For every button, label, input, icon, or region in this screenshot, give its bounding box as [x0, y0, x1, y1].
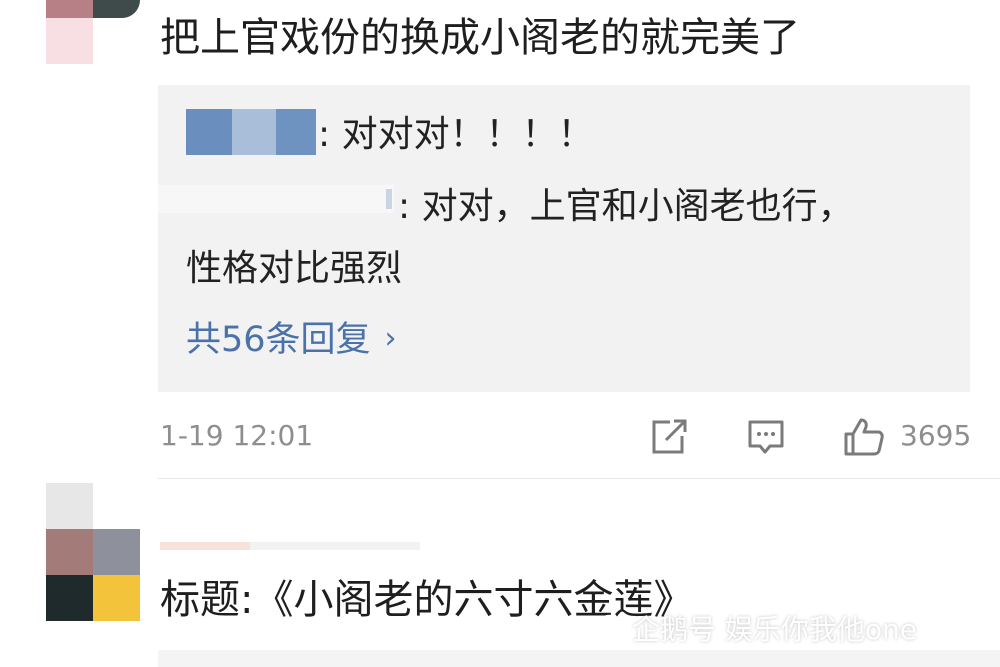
thumbs-up-icon: [844, 418, 884, 456]
comment-text: 把上官戏份的换成小阁老的就完美了: [160, 15, 800, 61]
bottom-strip: [158, 650, 1000, 667]
avatar[interactable]: [46, 483, 140, 621]
reply-text: 性格对比强烈: [186, 248, 403, 289]
watermark-text: 企鹅号 娱乐你我他one: [632, 613, 918, 646]
reply-text: : 对对对！！！！: [318, 114, 594, 155]
share-icon: [652, 419, 687, 454]
more-replies-label: 共56条回复: [186, 320, 371, 360]
chevron-right-icon: ›: [384, 321, 397, 356]
reply-username[interactable]: [158, 175, 394, 221]
like-button[interactable]: [842, 414, 886, 458]
share-button[interactable]: [648, 414, 688, 458]
view-more-replies-link[interactable]: 共56条回复 ›: [186, 316, 397, 366]
like-count: 3695: [900, 419, 972, 452]
reply-text: : 对对，上官和小阁老也行，: [398, 186, 854, 227]
penguin-logo-icon: [595, 614, 623, 643]
comment-username[interactable]: [160, 540, 420, 554]
reply-box: : 对对对！！！！ : 对对，上官和小阁老也行， 性格对比强烈 共56条回复 ›: [158, 85, 970, 392]
avatar[interactable]: [46, 0, 140, 64]
comment-icon: [748, 420, 784, 454]
comment-button[interactable]: [746, 414, 786, 458]
reply-username[interactable]: [186, 109, 316, 155]
comment-timestamp: 1-19 12:01: [160, 419, 314, 452]
divider: [158, 478, 1000, 479]
watermark: 企鹅号 娱乐你我他one: [592, 610, 917, 650]
